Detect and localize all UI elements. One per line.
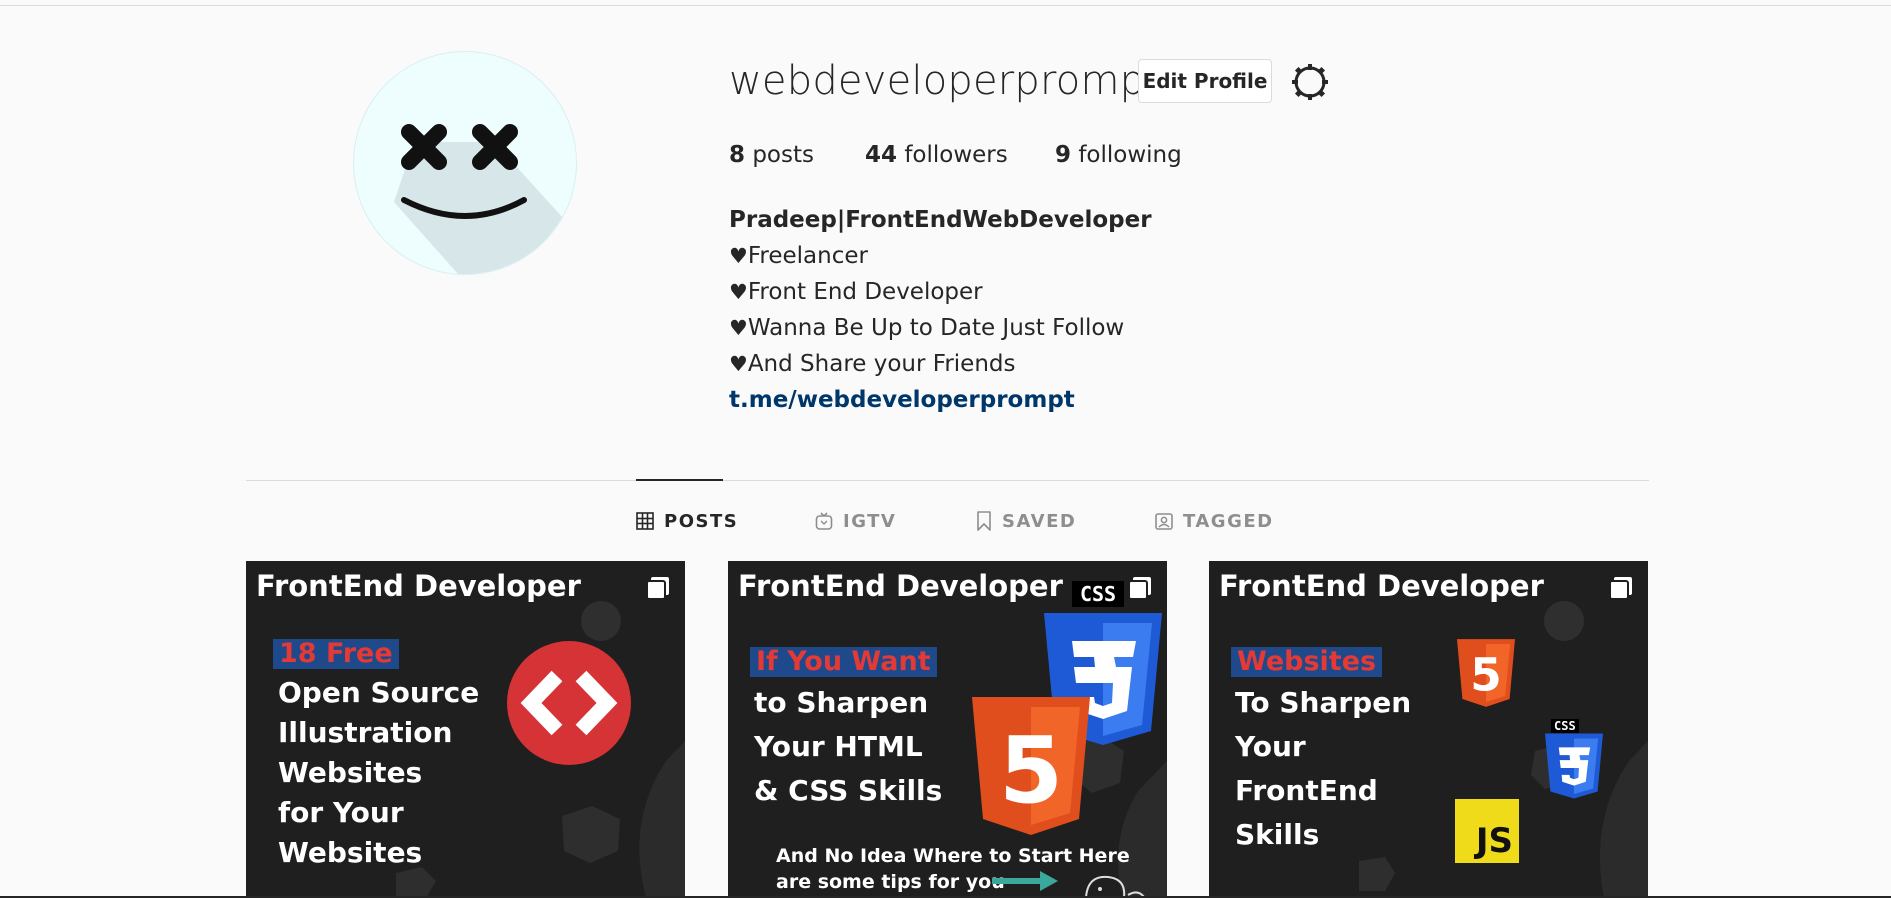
post-highlight: 18 Free [273,639,399,669]
profile-bio: Pradeep|FrontEndWebDeveloper ♥Freelancer… [729,202,1152,418]
post-highlight: Websites [1231,647,1383,677]
css3-icon [1545,733,1603,799]
post-heading: FrontEnd Developer [738,569,1063,603]
settings-gear-icon[interactable] [1290,62,1330,102]
bio-line: ♥Wanna Be Up to Date Just Follow [729,310,1152,346]
following-count: 9 [1055,142,1072,168]
post-tile[interactable]: FrontEnd Developer 18 Free Open Source I… [246,561,685,898]
post-text-line: Open Source [278,676,480,709]
following-stat[interactable]: 9 following [1055,142,1182,168]
post-text-line: To Sharpen [1235,686,1412,719]
tab-posts-label: POSTS [664,510,739,532]
tab-tagged[interactable]: TAGGED [1155,508,1274,534]
post-heading: FrontEnd Developer [1219,569,1544,603]
code-brackets-icon [507,641,631,765]
grid-icon [636,512,654,530]
followers-count: 44 [865,142,898,168]
post-text-line: Your [1235,730,1306,763]
post-tile[interactable]: FrontEnd Developer Websites To Sharpen Y… [1209,561,1648,898]
html5-icon: 5 [972,697,1090,835]
css-text-badge: CSS [1551,719,1579,733]
bio-line: ♥Front End Developer [729,274,1152,310]
heart-icon: ♥ [729,244,748,268]
post-heading: FrontEnd Developer [256,569,581,603]
tab-saved[interactable]: SAVED [976,508,1076,534]
post-tile[interactable]: FrontEnd Developer CSS 5 If You Want to … [728,561,1167,898]
css-text-badge: CSS [1072,581,1124,607]
multiple-photos-icon [1128,577,1151,600]
html5-shield-number: 5 [999,717,1063,824]
post-text-line: to Sharpen [754,686,929,719]
tab-saved-label: SAVED [1002,510,1077,532]
heart-icon: ♥ [729,352,748,376]
bio-link[interactable]: t.me/webdeveloperprompt [729,382,1152,418]
tab-igtv[interactable]: IGTV [815,508,896,534]
post-highlight: If You Want [750,647,937,677]
followers-label: followers [904,142,1008,168]
post-text-line: for Your [278,796,404,829]
tabs-divider [246,480,1649,481]
js-icon: JS [1455,799,1519,863]
followers-stat[interactable]: 44 followers [865,142,1008,168]
tab-igtv-label: IGTV [843,510,897,532]
post-text-line: Skills [1235,818,1320,851]
following-label: following [1078,142,1182,168]
post-small-line: are some tips for you [776,871,1005,893]
posts-stat: 8 posts [729,142,814,168]
post-text-line: Illustration [278,716,453,749]
profile-avatar[interactable] [353,51,577,275]
cartoon-sketch-icon [1085,875,1145,898]
arrow-right-icon [992,871,1058,891]
tab-posts[interactable]: POSTS [636,508,738,534]
heart-icon: ♥ [729,316,748,340]
post-text-line: Websites [278,756,423,789]
post-text-line: Your HTML [754,730,923,763]
active-tab-indicator [636,479,723,481]
marshmello-face-icon [394,124,576,274]
html5-shield-number: 5 [1470,649,1501,702]
igtv-icon [815,512,833,530]
heart-icon: ♥ [729,280,748,304]
tagged-icon [1155,513,1173,530]
post-small-line: And No Idea Where to Start Here [776,845,1130,867]
js-label: JS [1475,821,1513,861]
post-text-line: Websites [278,836,423,869]
profile-username: webdeveloperprompt [729,58,1162,104]
posts-count: 8 [729,142,746,168]
multiple-photos-icon [646,577,669,600]
bio-line: ♥And Share your Friends [729,346,1152,382]
bio-line: ♥Freelancer [729,238,1152,274]
multiple-photos-icon [1609,577,1632,600]
posts-label: posts [752,142,814,168]
bookmark-icon [977,511,991,531]
tab-tagged-label: TAGGED [1183,510,1274,532]
top-divider [0,5,1891,6]
post-text-line: & CSS Skills [754,774,943,807]
edit-profile-button[interactable]: Edit Profile [1138,59,1272,103]
html5-icon: 5 [1457,639,1515,707]
profile-full-name: Pradeep|FrontEndWebDeveloper [729,207,1152,233]
post-text-line: FrontEnd [1235,774,1378,807]
